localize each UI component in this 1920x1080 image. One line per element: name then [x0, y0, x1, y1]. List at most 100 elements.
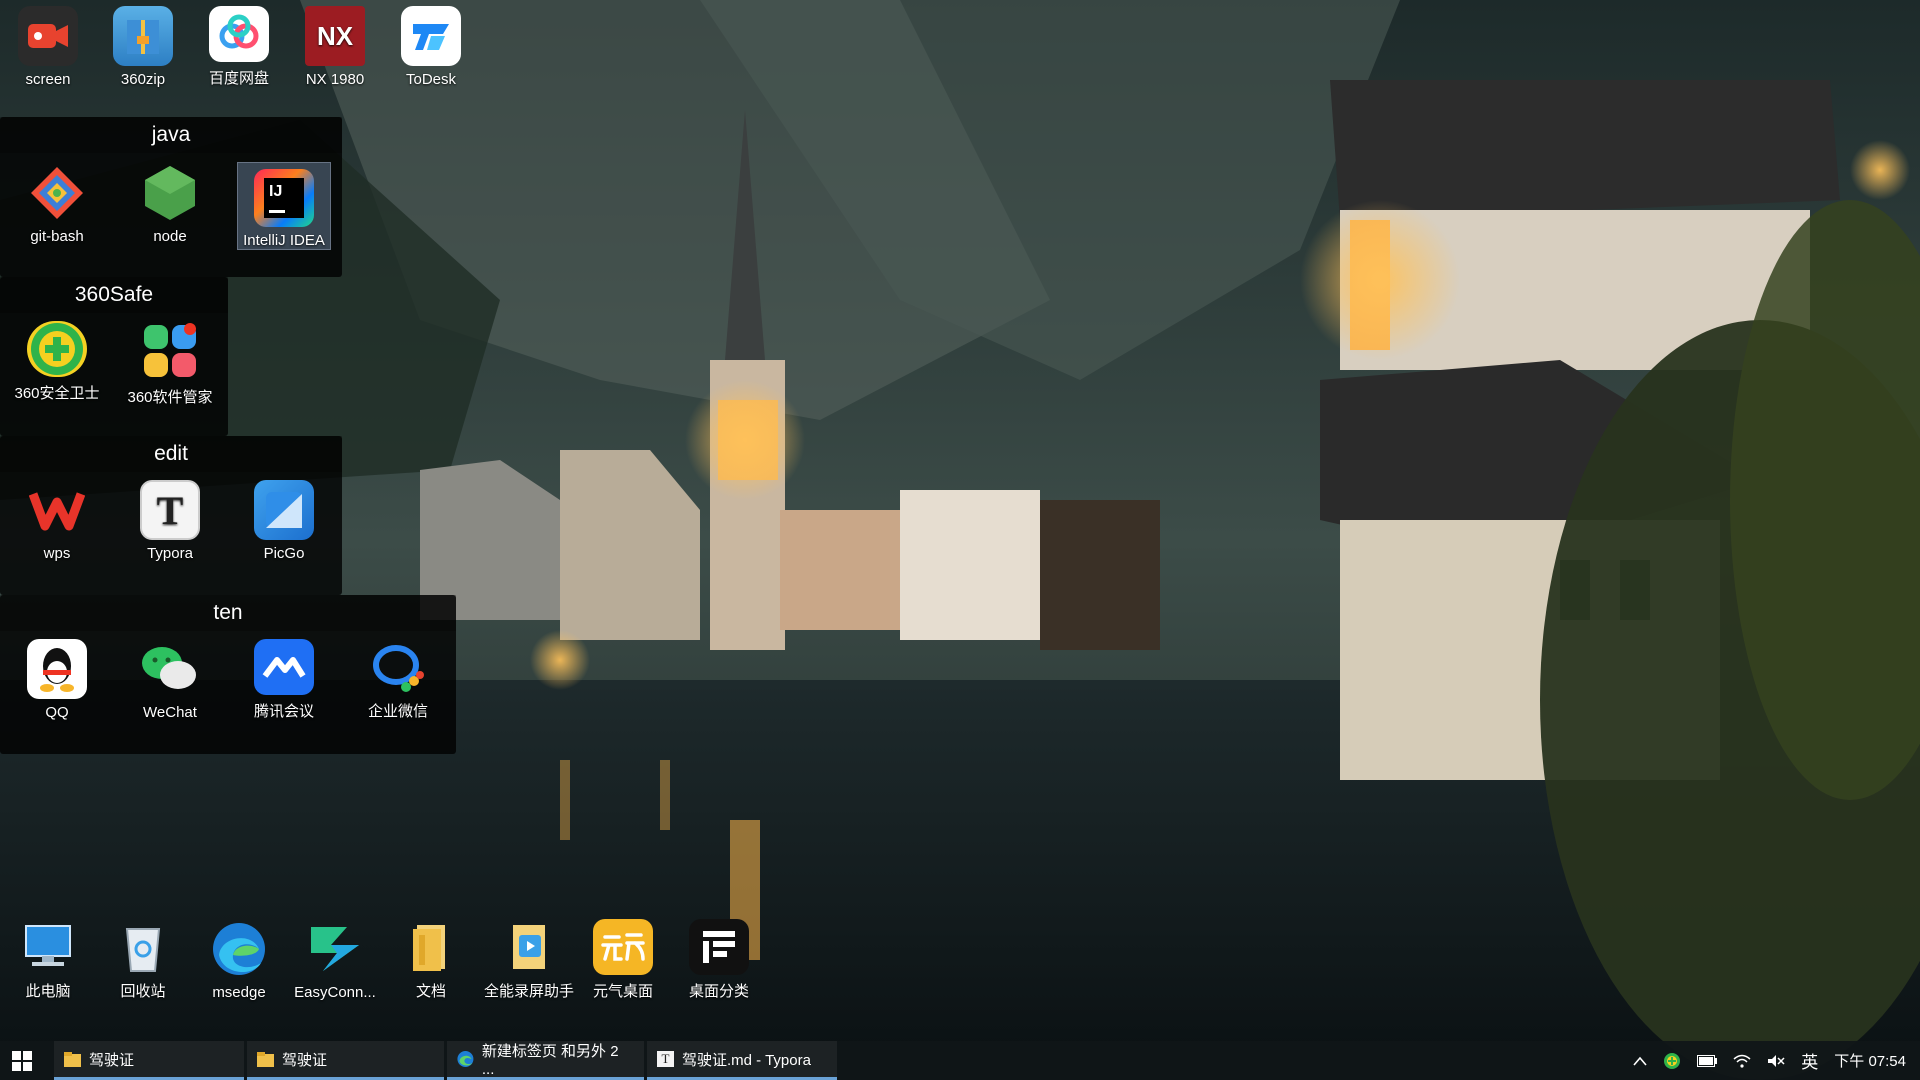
fence-icon-node[interactable]: node	[124, 157, 216, 245]
desktop-icon-nx[interactable]: NX NX 1980	[289, 0, 381, 88]
fence-title[interactable]: ten	[0, 595, 456, 631]
todesk-icon	[401, 6, 461, 66]
taskbar-item-edge[interactable]: 新建标签页 和另外 2 ...	[447, 1041, 644, 1080]
node-icon	[140, 163, 200, 223]
desktop-icon-360zip[interactable]: 360zip	[97, 0, 189, 88]
fence-edit: edit wps T Typora PicGo	[0, 436, 342, 595]
desktop-icon-label: NX 1980	[305, 71, 365, 88]
tencent-meeting-icon	[254, 639, 314, 695]
clock[interactable]: 下午 07:54	[1834, 1050, 1906, 1071]
folder-icon	[64, 1052, 81, 1067]
360-security-tray-icon[interactable]	[1663, 1052, 1681, 1070]
desktop-icon-baidu-netdisk[interactable]: 百度网盘	[193, 0, 285, 88]
desktop-icon-label: node	[153, 228, 187, 245]
desktop-icon-label: msedge	[212, 984, 266, 1001]
git-bash-icon	[27, 163, 87, 223]
desktop-icon-label: EasyConn...	[294, 984, 376, 1001]
360zip-icon	[113, 6, 173, 66]
fence-icon-qq[interactable]: QQ	[11, 633, 103, 721]
desktop-icon-label: PicGo	[263, 545, 305, 562]
360-software-manager-icon	[140, 321, 200, 381]
fence-360safe: 360Safe 360安全卫士 360软件管家	[0, 277, 228, 436]
desktop-icon-label: ToDesk	[405, 71, 457, 88]
desktop-icon-label: 此电脑	[25, 983, 71, 1000]
fence-icon-360-security[interactable]: 360安全卫士	[11, 315, 103, 403]
desktop-icon-label: 百度网盘	[208, 70, 269, 87]
volume-muted-icon[interactable]	[1767, 1054, 1785, 1068]
baidu-netdisk-icon	[209, 6, 269, 62]
fence-icon-picgo[interactable]: PicGo	[238, 474, 330, 562]
desktop-icon-label: 360软件管家	[127, 389, 213, 406]
desktop-icon-screen-record-helper[interactable]: 全能录屏助手	[481, 913, 577, 1001]
fence-java: java git-bash node IJ IntelliJ IDEA	[0, 117, 342, 277]
desktop-icon-desktop-classify[interactable]: 桌面分类	[673, 913, 765, 1001]
recycle-bin-icon	[113, 919, 173, 975]
edge-icon	[457, 1051, 474, 1067]
easyconnect-icon	[305, 919, 365, 979]
desktop-icon-screen[interactable]: screen	[2, 0, 94, 88]
desktop-icon-label: 360安全卫士	[14, 385, 100, 402]
taskbar-item-typora[interactable]: T 驾驶证.md - Typora	[647, 1041, 837, 1080]
desktop-icon-todesk[interactable]: ToDesk	[385, 0, 477, 88]
typora-icon: T	[140, 480, 200, 540]
taskbar-item-folder[interactable]: 驾驶证	[247, 1041, 444, 1080]
yuanqi-desktop-icon	[593, 919, 653, 975]
screen-record-helper-icon	[499, 919, 559, 975]
battery-icon[interactable]	[1697, 1054, 1718, 1067]
fence-title[interactable]: 360Safe	[0, 277, 228, 313]
desktop-icon-label: 文档	[415, 983, 446, 1000]
desktop-icon-msedge[interactable]: msedge	[193, 913, 285, 1001]
fence-title[interactable]: java	[0, 117, 342, 153]
wps-icon	[27, 480, 87, 540]
desktop-icon-label: 全能录屏助手	[483, 983, 574, 1000]
folder-icon	[257, 1052, 274, 1067]
fence-icon-git-bash[interactable]: git-bash	[11, 157, 103, 245]
desktop-icon-label: 腾讯会议	[253, 703, 314, 720]
fence-ten: ten QQ WeChat 腾讯会议 企业微信	[0, 595, 456, 754]
desktop-icon-recycle-bin[interactable]: 回收站	[97, 913, 189, 1001]
this-pc-icon	[18, 919, 78, 975]
fence-icon-tencent-meeting[interactable]: 腾讯会议	[238, 633, 330, 721]
windows-logo-icon	[12, 1050, 32, 1071]
desktop-icon-label: QQ	[45, 704, 69, 721]
desktop-icon-documents[interactable]: 文档	[385, 913, 477, 1001]
desktop-icon-label: Typora	[147, 545, 193, 562]
fence-title[interactable]: edit	[0, 436, 342, 472]
fence-icon-wechat[interactable]: WeChat	[124, 633, 216, 721]
input-method-indicator[interactable]: 英	[1801, 1048, 1818, 1073]
fence-icon-typora[interactable]: T Typora	[124, 474, 216, 562]
desktop-icon-this-pc[interactable]: 此电脑	[2, 913, 94, 1001]
show-hidden-icons-chevron-up-icon[interactable]	[1633, 1056, 1647, 1066]
360-security-icon	[27, 321, 87, 377]
desktop-icon-label: 桌面分类	[688, 983, 749, 1000]
desktop-icon-yuanqi[interactable]: 元气桌面	[577, 913, 669, 1001]
typora-icon: T	[657, 1051, 674, 1067]
desktop-icon-label: 360zip	[120, 71, 166, 88]
desktop-icon-label: 回收站	[120, 983, 166, 1000]
nx-icon: NX	[305, 6, 365, 66]
desktop-classify-icon	[689, 919, 749, 975]
wecom-icon	[368, 639, 428, 695]
wifi-icon[interactable]	[1733, 1054, 1751, 1068]
taskbar-item-label: 新建标签页 和另外 2 ...	[481, 1043, 619, 1078]
desktop-icon-label: IntelliJ IDEA	[243, 232, 325, 249]
intellij-icon: IJ	[254, 169, 314, 227]
taskbar-item-label: 驾驶证	[89, 1051, 135, 1069]
desktop-icon-label: git-bash	[30, 228, 84, 245]
edge-icon	[209, 919, 269, 979]
picgo-icon	[254, 480, 314, 540]
system-tray: 英 下午 07:54	[1625, 1041, 1920, 1080]
desktop-icon-label: wps	[43, 545, 71, 562]
screen-recorder-icon	[18, 6, 78, 66]
fence-icon-360-software-manager[interactable]: 360软件管家	[124, 315, 216, 406]
taskbar-item-folder[interactable]: 驾驶证	[54, 1041, 244, 1080]
taskbar: 驾驶证 驾驶证 新建标签页 和另外 2 ... T 驾驶证.md - Typor…	[0, 1041, 1920, 1080]
fence-icon-wps[interactable]: wps	[11, 474, 103, 562]
fence-icon-intellij[interactable]: IJ IntelliJ IDEA	[237, 162, 331, 250]
desktop-icon-label: screen	[25, 71, 71, 88]
start-button[interactable]	[0, 1041, 44, 1080]
desktop-icon-label: WeChat	[143, 704, 197, 721]
fence-icon-wecom[interactable]: 企业微信	[352, 633, 444, 721]
desktop-icon-easyconnect[interactable]: EasyConn...	[289, 913, 381, 1001]
qq-icon	[27, 639, 87, 699]
